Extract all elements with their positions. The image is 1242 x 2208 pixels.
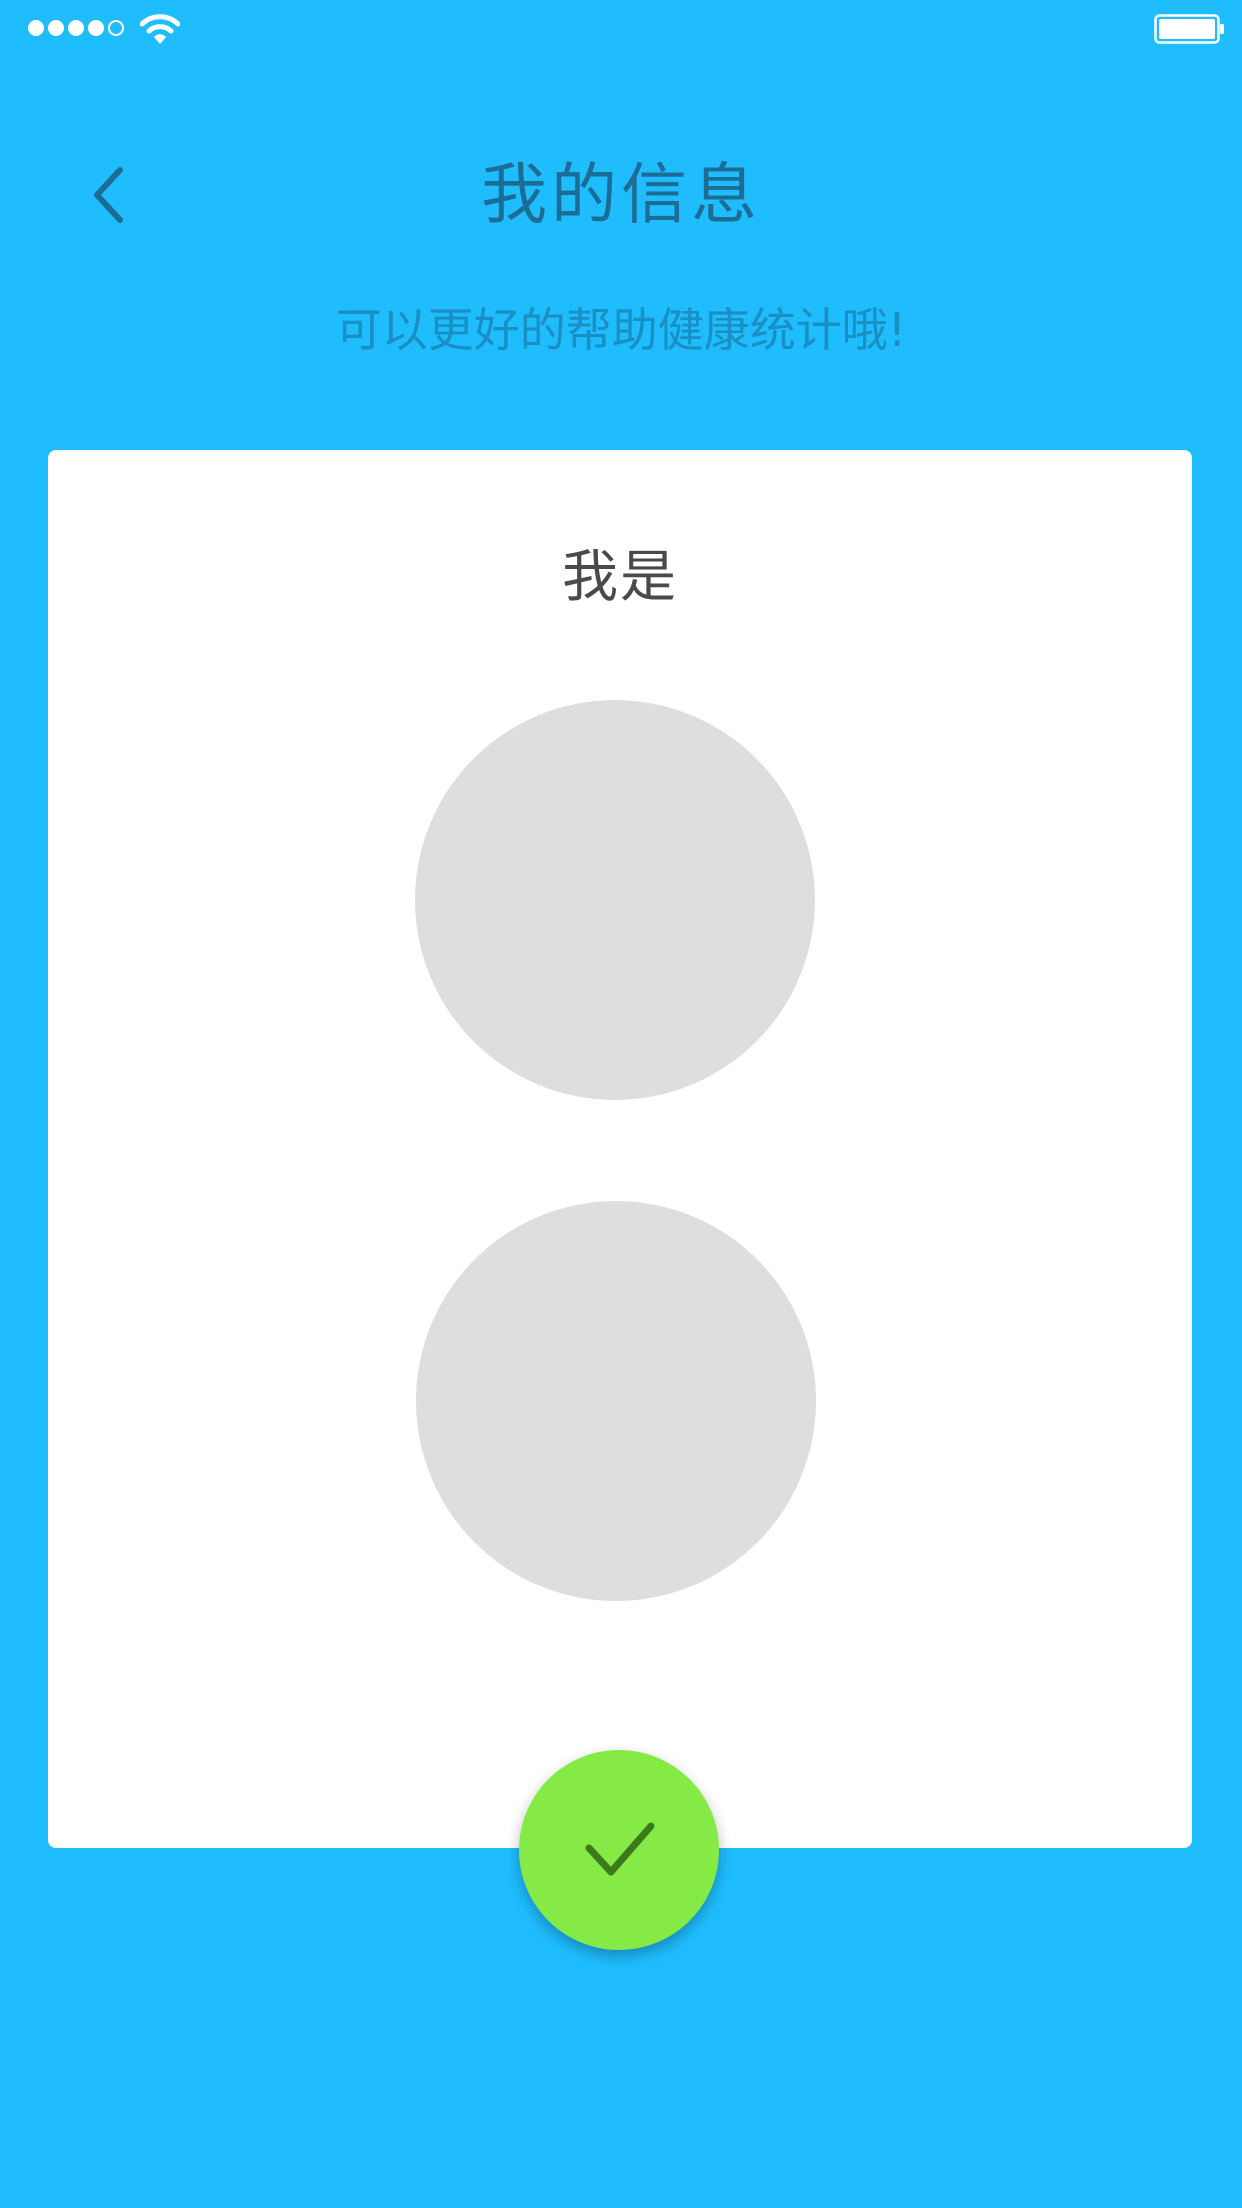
- page-title: 我的信息: [481, 156, 761, 233]
- card-title: 我是: [562, 545, 678, 610]
- status-bar: [0, 0, 1242, 60]
- page-subtitle: 可以更好的帮助健康统计哦!: [335, 303, 907, 357]
- wifi-icon: [140, 14, 180, 44]
- battery-icon: [1154, 14, 1224, 44]
- signal-dots-icon: [28, 20, 124, 36]
- info-card: 我是: [48, 450, 1192, 1848]
- checkmark-icon: [585, 1822, 655, 1876]
- identity-option-2[interactable]: [416, 1201, 816, 1601]
- confirm-button[interactable]: [519, 1750, 719, 1950]
- identity-option-1[interactable]: [415, 700, 815, 1100]
